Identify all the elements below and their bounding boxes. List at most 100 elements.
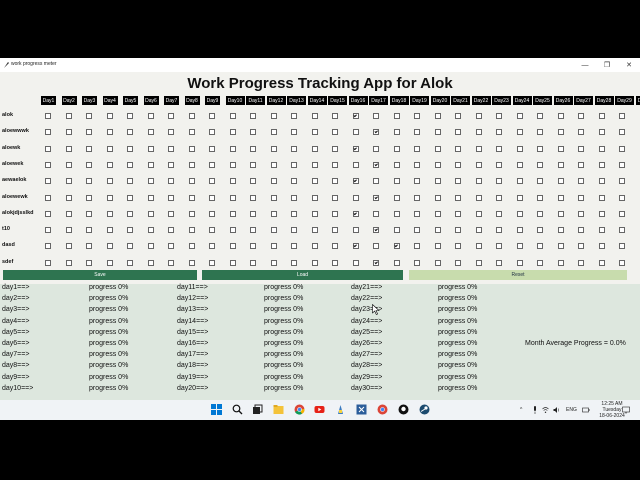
task-checkbox[interactable] (455, 113, 461, 119)
task-checkbox[interactable] (45, 113, 51, 119)
task-checkbox[interactable] (106, 210, 113, 217)
task-checkbox[interactable] (65, 194, 72, 201)
task-checkbox[interactable] (65, 178, 72, 185)
task-checkbox[interactable] (127, 178, 133, 185)
notification-icon[interactable] (622, 406, 630, 414)
task-checkbox[interactable] (619, 210, 625, 217)
task-checkbox[interactable] (373, 178, 379, 185)
task-checkbox[interactable] (414, 210, 420, 217)
task-checkbox[interactable] (578, 210, 584, 217)
task-checkbox[interactable] (229, 194, 236, 201)
task-checkbox[interactable] (496, 259, 502, 266)
task-checkbox[interactable] (188, 210, 195, 217)
task-checkbox[interactable] (106, 129, 113, 136)
task-checkbox[interactable] (188, 259, 195, 266)
task-checkbox[interactable] (188, 178, 195, 185)
task-checkbox[interactable] (414, 227, 420, 234)
task-checkbox[interactable] (127, 243, 133, 250)
task-checkbox[interactable] (516, 210, 523, 217)
task-checkbox[interactable] (86, 178, 92, 185)
task-checkbox[interactable] (455, 259, 461, 266)
task-checkbox[interactable] (65, 243, 72, 250)
task-checkbox[interactable] (209, 129, 215, 136)
task-checkbox[interactable] (496, 178, 502, 185)
task-checkbox[interactable] (311, 227, 318, 234)
task-checkbox[interactable] (557, 145, 564, 152)
task-checkbox[interactable] (250, 194, 256, 201)
task-checkbox[interactable] (65, 227, 72, 234)
task-checkbox[interactable] (537, 129, 543, 136)
task-checkbox[interactable] (598, 145, 605, 152)
task-checkbox[interactable] (270, 161, 277, 168)
pycharm-icon[interactable] (377, 404, 388, 415)
task-checkbox[interactable] (209, 178, 215, 185)
task-checkbox[interactable] (168, 113, 174, 119)
task-checkbox[interactable] (537, 210, 543, 217)
task-checkbox[interactable] (45, 129, 51, 136)
task-checkbox[interactable] (188, 129, 195, 136)
task-checkbox[interactable] (147, 129, 154, 136)
task-checkbox[interactable] (270, 145, 277, 152)
task-checkbox[interactable] (311, 145, 318, 152)
task-checkbox[interactable] (127, 227, 133, 234)
task-checkbox[interactable] (291, 243, 297, 250)
task-checkbox[interactable] (475, 243, 482, 250)
task-checkbox[interactable] (557, 210, 564, 217)
load-button[interactable]: Load (202, 270, 403, 280)
task-checkbox[interactable] (311, 129, 318, 136)
task-checkbox[interactable] (537, 243, 543, 250)
tray-chevron-icon[interactable]: ^ (520, 407, 522, 413)
task-checkbox[interactable] (45, 161, 51, 168)
task-checkbox[interactable] (106, 161, 113, 168)
task-checkbox[interactable] (475, 178, 482, 185)
task-checkbox[interactable] (414, 145, 420, 152)
task-checkbox[interactable] (475, 194, 482, 201)
task-checkbox[interactable] (65, 210, 72, 217)
task-checkbox[interactable] (475, 259, 482, 266)
task-checkbox[interactable] (311, 243, 318, 250)
task-checkbox[interactable] (291, 194, 297, 201)
task-checkbox[interactable] (475, 227, 482, 234)
task-checkbox[interactable] (291, 227, 297, 234)
task-checkbox[interactable] (619, 178, 625, 185)
battery-icon[interactable] (582, 406, 590, 414)
task-checkbox[interactable] (516, 194, 523, 201)
task-checkbox[interactable] (475, 145, 482, 152)
task-checkbox[interactable] (127, 113, 133, 119)
task-checkbox[interactable] (516, 161, 523, 168)
task-checkbox[interactable] (393, 178, 400, 185)
save-button[interactable]: Save (3, 270, 197, 280)
task-checkbox[interactable] (311, 178, 318, 185)
task-checkbox[interactable] (619, 227, 625, 234)
task-checkbox[interactable] (45, 194, 51, 201)
task-checkbox[interactable] (516, 178, 523, 185)
task-checkbox[interactable] (557, 259, 564, 266)
task-checkbox[interactable] (619, 145, 625, 152)
task-checkbox[interactable] (291, 210, 297, 217)
task-checkbox[interactable] (352, 113, 359, 119)
task-checkbox[interactable] (209, 227, 215, 234)
task-checkbox[interactable] (557, 129, 564, 136)
task-checkbox[interactable] (578, 194, 584, 201)
task-checkbox[interactable] (475, 210, 482, 217)
task-checkbox[interactable] (86, 243, 92, 250)
task-checkbox[interactable] (209, 194, 215, 201)
task-checkbox[interactable] (496, 210, 502, 217)
task-checkbox[interactable] (65, 161, 72, 168)
task-checkbox[interactable] (332, 243, 338, 250)
task-checkbox[interactable] (332, 178, 338, 185)
task-checkbox[interactable] (557, 243, 564, 250)
task-checkbox[interactable] (250, 161, 256, 168)
task-checkbox[interactable] (516, 113, 523, 119)
task-checkbox[interactable] (557, 194, 564, 201)
task-checkbox[interactable] (537, 178, 543, 185)
task-checkbox[interactable] (393, 145, 400, 152)
task-checkbox[interactable] (414, 243, 420, 250)
task-checkbox[interactable] (393, 113, 400, 119)
task-checkbox[interactable] (352, 161, 359, 168)
task-checkbox[interactable] (516, 243, 523, 250)
task-checkbox[interactable] (537, 227, 543, 234)
task-checkbox[interactable] (291, 259, 297, 266)
task-checkbox[interactable] (147, 178, 154, 185)
task-checkbox[interactable] (270, 113, 277, 119)
